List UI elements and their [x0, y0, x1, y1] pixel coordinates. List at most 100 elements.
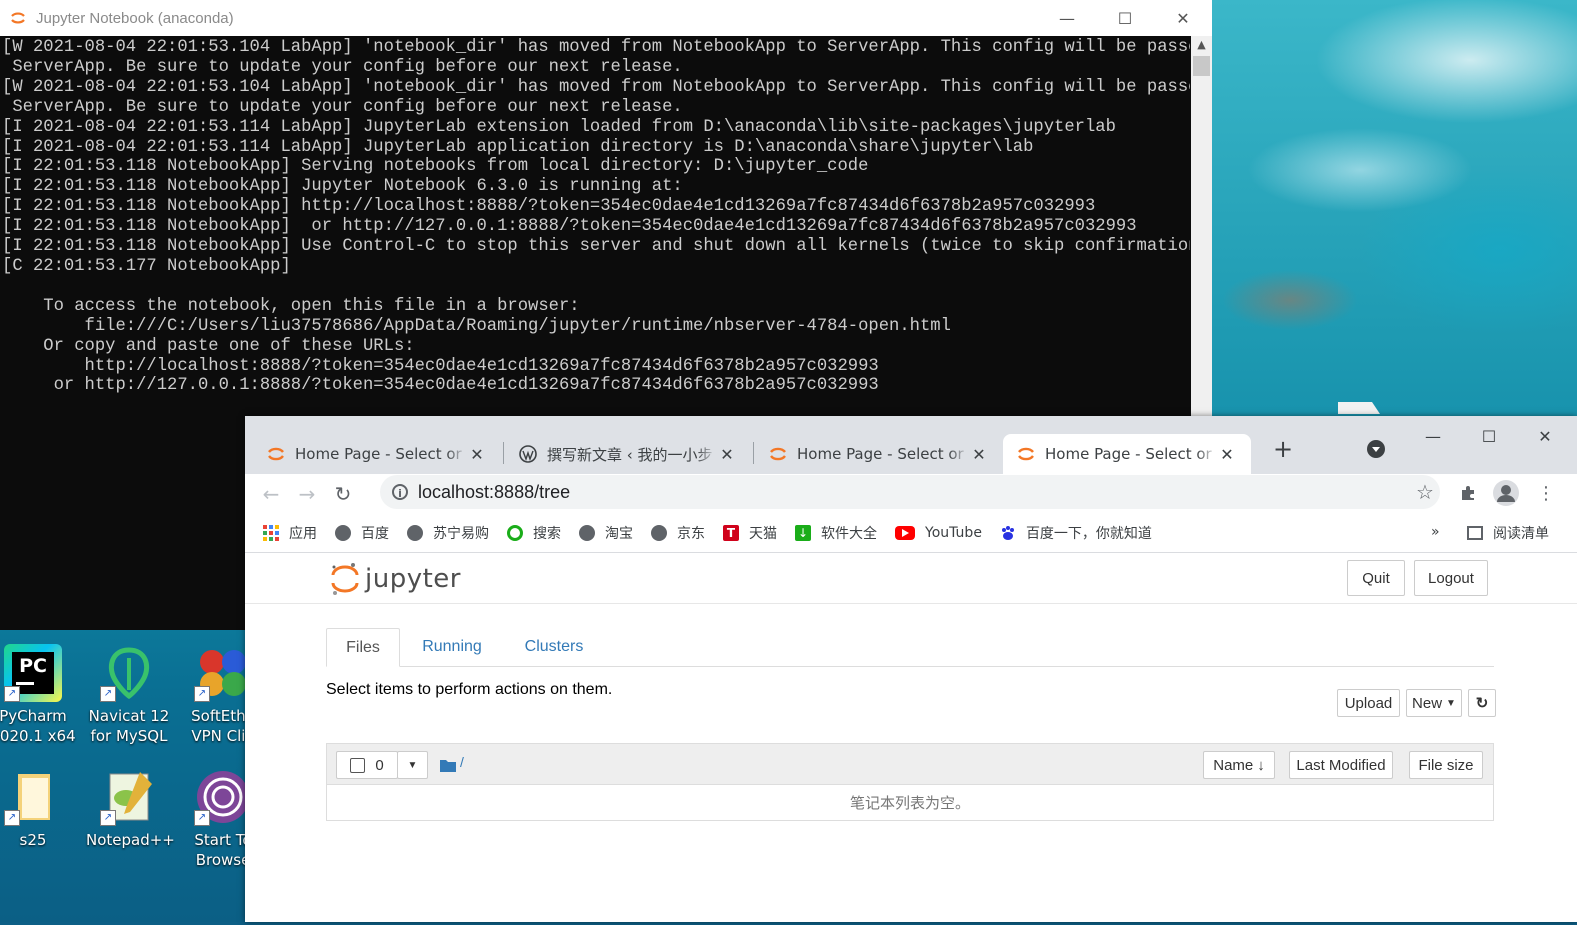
- jupyter-header: jupyter Quit Logout: [245, 553, 1577, 604]
- sort-file-size-button[interactable]: File size: [1409, 751, 1483, 779]
- jupyter-logo-text: jupyter: [365, 564, 461, 594]
- reading-list-label: 阅读清单: [1493, 526, 1549, 542]
- tab-close-icon[interactable]: ✕: [467, 445, 487, 464]
- pycharm-icon: PC ↗: [4, 644, 62, 702]
- shortcut-arrow-icon: ↗: [194, 810, 210, 826]
- desktop-icon-pycharm[interactable]: PC ↗ PyCharm 2020.1 x64: [0, 644, 76, 746]
- minimize-button[interactable]: —: [1405, 416, 1461, 456]
- bookmark-item[interactable]: 京东: [651, 523, 705, 543]
- folder-icon[interactable]: [440, 757, 456, 776]
- address-bar[interactable]: i localhost:8888/tree ☆: [380, 475, 1440, 509]
- menu-dots-icon[interactable]: ⋮: [1529, 476, 1563, 510]
- shortcut-arrow-icon: ↗: [100, 686, 116, 702]
- browser-tab[interactable]: 撰写新文章 ‹ 我的一小步 — WordPress ✕: [497, 434, 747, 474]
- upload-button[interactable]: Upload: [1337, 689, 1400, 717]
- bookmark-item[interactable]: 百度: [335, 523, 389, 543]
- bookmark-item[interactable]: 百度一下，你就知道: [1000, 523, 1152, 543]
- arrow-down-icon: ↓: [1257, 756, 1265, 774]
- refresh-icon: ↻: [1475, 695, 1489, 712]
- bookmark-item[interactable]: T 天猫: [723, 523, 777, 543]
- select-all-checkbox[interactable]: 0: [336, 751, 398, 779]
- bookmark-label: YouTube: [925, 525, 982, 541]
- desktop-icon-s25[interactable]: ↗ s25: [0, 768, 76, 850]
- profile-avatar[interactable]: [1489, 476, 1523, 510]
- browser-tab[interactable]: Home Page - Select or create a notebook …: [747, 434, 999, 474]
- reading-list-button[interactable]: 阅读清单: [1467, 523, 1549, 543]
- bookmarks-more-button[interactable]: »: [1431, 524, 1440, 540]
- browser-tab[interactable]: Home Page - Select or create a notebook …: [245, 434, 497, 474]
- notepadpp-icon: ↗: [100, 768, 158, 826]
- empty-list-message: 笔记本列表为空。: [849, 794, 970, 812]
- console-line: ServerApp. Be sure to update your config…: [2, 57, 683, 77]
- select-dropdown-button[interactable]: ▼: [397, 751, 428, 779]
- wordpress-icon: [519, 445, 537, 463]
- bookmark-label: 搜索: [533, 526, 561, 542]
- bookmark-item[interactable]: 搜索: [507, 523, 561, 543]
- scroll-thumb[interactable]: [1193, 56, 1210, 76]
- back-icon[interactable]: ←: [253, 476, 289, 512]
- bookmark-label: 百度一下，你就知道: [1025, 526, 1152, 542]
- maximize-button[interactable]: ☐: [1461, 416, 1517, 456]
- bookmark-apps[interactable]: 应用: [263, 523, 317, 543]
- new-tab-button[interactable]: +: [1267, 434, 1299, 466]
- bookmark-item[interactable]: ↓ 软件大全: [795, 523, 877, 543]
- url-text[interactable]: localhost:8888/tree: [418, 482, 1410, 503]
- globe-icon: [407, 525, 423, 541]
- tab-clusters[interactable]: Clusters: [512, 628, 596, 666]
- extensions-icon[interactable]: [1451, 476, 1485, 510]
- bookmark-star-icon[interactable]: ☆: [1410, 480, 1440, 504]
- notebook-list: 0 ▼ / Name ↓ Last Modified File size 笔记本…: [326, 743, 1494, 821]
- console-line: [I 22:01:53.118 NotebookApp] Serving not…: [2, 157, 869, 177]
- tab-close-icon[interactable]: ✕: [1217, 445, 1237, 464]
- jupyter-logo[interactable]: jupyter: [331, 561, 461, 597]
- tab-close-icon[interactable]: ✕: [969, 445, 989, 464]
- breadcrumb-root[interactable]: /: [460, 754, 464, 770]
- tab-search-icon[interactable]: [1367, 440, 1385, 458]
- bookmark-label: 淘宝: [605, 526, 633, 542]
- info-icon[interactable]: i: [392, 484, 408, 500]
- shortcut-arrow-icon: ↗: [4, 810, 20, 826]
- bookmark-label: 应用: [289, 526, 317, 542]
- desktop-icon-label: 2020.1 x64: [0, 727, 76, 745]
- browser-tab-active[interactable]: Home Page - Select or create a notebook …: [1003, 434, 1251, 474]
- tab-close-icon[interactable]: ✕: [717, 445, 737, 464]
- desktop-icon-navicat[interactable]: ↗ Navicat 12 for MySQL: [86, 644, 172, 746]
- new-label: New: [1412, 694, 1443, 712]
- refresh-button[interactable]: ↻: [1468, 689, 1496, 717]
- minimize-button[interactable]: —: [1038, 0, 1096, 36]
- quit-button[interactable]: Quit: [1347, 560, 1405, 596]
- close-button[interactable]: ✕: [1517, 416, 1573, 456]
- browser-window[interactable]: Home Page - Select or create a notebook …: [245, 416, 1577, 922]
- console-output[interactable]: [W 2021-08-04 22:01:53.104 LabApp] 'note…: [0, 36, 1190, 396]
- apps-grid-icon: [263, 525, 279, 541]
- globe-icon: [579, 525, 595, 541]
- scroll-up-icon[interactable]: ▲: [1191, 36, 1212, 54]
- console-line: [I 2021-08-04 22:01:53.114 LabApp] Jupyt…: [2, 117, 1116, 137]
- tor-browser-icon: ↗: [194, 768, 252, 826]
- bookmark-item[interactable]: YouTube: [895, 525, 982, 541]
- new-dropdown-button[interactable]: New ▼: [1406, 689, 1462, 717]
- bookmark-item[interactable]: 淘宝: [579, 523, 633, 543]
- browser-toolbar: ← → ↻ i localhost:8888/tree ☆ ⋮: [245, 474, 1577, 514]
- close-button[interactable]: ✕: [1154, 0, 1212, 36]
- console-titlebar[interactable]: Jupyter Notebook (anaconda) — ☐ ✕: [0, 0, 1212, 36]
- selected-count: 0: [375, 756, 384, 774]
- globe-icon: [335, 525, 351, 541]
- console-line: To access the notebook, open this file i…: [2, 296, 580, 316]
- reload-icon[interactable]: ↻: [325, 476, 361, 512]
- desktop-icon-notepadpp[interactable]: ↗ Notepad++: [86, 768, 175, 850]
- maximize-button[interactable]: ☐: [1096, 0, 1154, 36]
- bookmark-item[interactable]: 苏宁易购: [407, 523, 489, 543]
- tab-running[interactable]: Running: [412, 628, 492, 666]
- sort-last-modified-button[interactable]: Last Modified: [1289, 751, 1393, 779]
- logout-button[interactable]: Logout: [1414, 560, 1488, 596]
- sort-name-button[interactable]: Name ↓: [1203, 751, 1275, 779]
- jupyter-logo-icon: [331, 563, 359, 595]
- shortcut-arrow-icon: ↗: [194, 686, 210, 702]
- tab-files[interactable]: Files: [326, 628, 400, 667]
- forward-icon[interactable]: →: [289, 476, 325, 512]
- console-line: or http://127.0.0.1:8888/?token=354ec0da…: [2, 376, 879, 396]
- notebook-list-header: 0 ▼ / Name ↓ Last Modified File size: [327, 744, 1493, 785]
- console-line: [I 22:01:53.118 NotebookApp] or http://1…: [2, 217, 1137, 237]
